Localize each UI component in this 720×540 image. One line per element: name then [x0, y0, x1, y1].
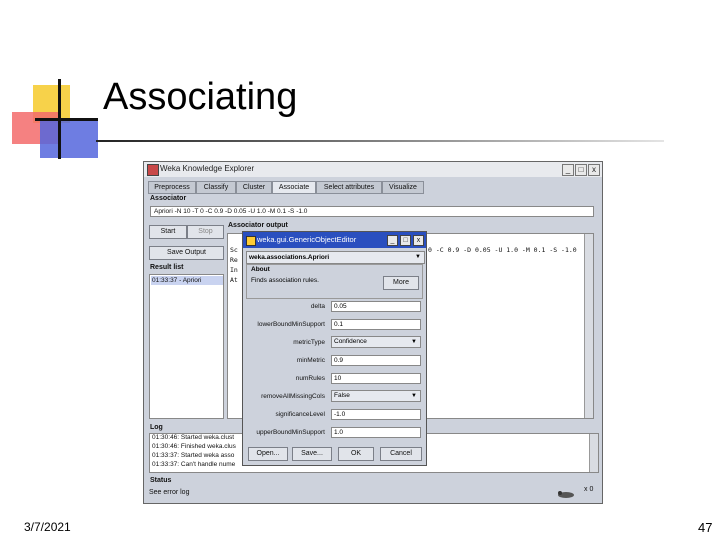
output-line-run-info: 0 -C 0.9 -D 0.05 -U 1.0 -M 0.1 -S -1.0 [428, 246, 577, 254]
associator-config-field[interactable]: Apriori -N 10 -T 0 -C 0.9 -D 0.05 -U 1.0… [150, 206, 594, 217]
about-box: About Finds association rules. More [246, 264, 423, 299]
param-label-delta: delta [310, 303, 325, 310]
param-field-numrules[interactable]: 10 [331, 373, 421, 384]
log-scrollbar[interactable] [589, 434, 598, 472]
status-label: Status [150, 477, 172, 484]
start-button[interactable]: Start [149, 225, 187, 239]
decor-blue-square [40, 118, 98, 158]
associator-label: Associator [150, 195, 187, 202]
tab-visualize[interactable]: Visualize [382, 181, 424, 194]
dialog-maximize-button[interactable]: □ [400, 235, 411, 246]
more-button[interactable]: More [383, 276, 419, 290]
param-field-significancelevel[interactable]: -1.0 [331, 409, 421, 420]
result-list-label: Result list [150, 264, 184, 271]
save-output-button[interactable]: Save Output [149, 246, 224, 260]
weka-bird-status-icon [556, 486, 576, 498]
ok-button[interactable]: OK [338, 447, 374, 461]
param-label-lowerboundminsupport: lowerBoundMinSupport [257, 321, 325, 328]
slide-title: Associating [103, 76, 298, 118]
title-rule [96, 140, 664, 142]
output-line: At [230, 276, 238, 284]
slide-date: 3/7/2021 [24, 520, 71, 534]
minimize-button[interactable]: _ [562, 164, 574, 176]
output-line: In [230, 266, 238, 274]
result-list-item[interactable]: 01:33:37 - Apriori [151, 276, 223, 285]
log-label: Log [150, 424, 163, 431]
log-line: 01:30:46: Finished weka.clus [152, 443, 236, 450]
param-field-delta[interactable]: 0.05 [331, 301, 421, 312]
dialog-minimize-button[interactable]: _ [387, 235, 398, 246]
param-select-removeallmissingcols-value: False [334, 392, 350, 399]
associator-output-label: Associator output [228, 222, 288, 229]
param-label-minmetric: minMetric [296, 357, 325, 364]
param-select-metrictype[interactable]: Confidence ▼ [331, 336, 421, 348]
log-line: 01:33:37: Started weka asso [152, 452, 235, 459]
param-label-metrictype: metricType [293, 339, 325, 346]
tab-preprocess[interactable]: Preprocess [148, 181, 196, 194]
maximize-button[interactable]: □ [575, 164, 587, 176]
open-button[interactable]: Open... [248, 447, 288, 461]
param-select-metrictype-value: Confidence [334, 338, 367, 345]
weka-bird-icon [147, 164, 159, 176]
generic-object-editor-dialog: weka.gui.GenericObjectEditor _ □ x weka.… [242, 231, 427, 466]
dialog-title: weka.gui.GenericObjectEditor [257, 235, 357, 244]
output-scrollbar[interactable] [584, 234, 593, 418]
param-field-lowerboundminsupport[interactable]: 0.1 [331, 319, 421, 330]
result-list-panel: 01:33:37 - Apriori [149, 274, 224, 419]
dialog-close-button[interactable]: x [413, 235, 424, 246]
stop-button[interactable]: Stop [187, 225, 224, 239]
tab-associate[interactable]: Associate [272, 181, 316, 194]
close-button[interactable]: x [588, 164, 600, 176]
chevron-down-icon: ▼ [411, 339, 417, 345]
save-button[interactable]: Save... [292, 447, 332, 461]
param-label-significancelevel: significanceLevel [275, 411, 325, 418]
log-line: 01:33:37: Can't handle nume [152, 461, 236, 468]
window-title: Weka Knowledge Explorer [160, 164, 255, 173]
dialog-class-name: weka.associations.Apriori ▼ [246, 251, 425, 264]
about-text: Finds association rules. [251, 277, 319, 284]
slide-page-number: 47 [698, 520, 713, 535]
dialog-class-name-text: weka.associations.Apriori [249, 254, 330, 261]
window-titlebar[interactable]: Weka Knowledge Explorer _ □ x [144, 162, 602, 177]
output-line: Sc [230, 246, 238, 254]
tab-select-attributes[interactable]: Select attributes [316, 181, 382, 194]
param-select-removeallmissingcols[interactable]: False ▼ [331, 390, 421, 402]
chevron-down-icon: ▼ [411, 393, 417, 399]
dialog-titlebar[interactable]: weka.gui.GenericObjectEditor _ □ x [243, 232, 426, 248]
output-line: Re [230, 256, 238, 264]
chevron-down-icon[interactable]: ▼ [415, 252, 421, 263]
param-label-removeallmissingcols: removeAllMissingCols [261, 393, 325, 400]
param-label-numrules: numRules [295, 375, 325, 382]
param-label-upperboundminsupport: upperBoundMinSupport [256, 429, 325, 436]
status-count: x 0 [584, 486, 594, 493]
tab-classify[interactable]: Classify [196, 181, 236, 194]
tab-cluster[interactable]: Cluster [236, 181, 272, 194]
cancel-button[interactable]: Cancel [380, 447, 422, 461]
decor-horizontal-line [35, 118, 98, 121]
param-field-minmetric[interactable]: 0.9 [331, 355, 421, 366]
log-line: 01:30:46: Started weka.clust [152, 434, 235, 441]
about-label: About [251, 266, 270, 273]
status-text: See error log [149, 489, 190, 496]
param-field-upperboundminsupport[interactable]: 1.0 [331, 427, 421, 438]
dialog-app-icon [246, 236, 256, 246]
